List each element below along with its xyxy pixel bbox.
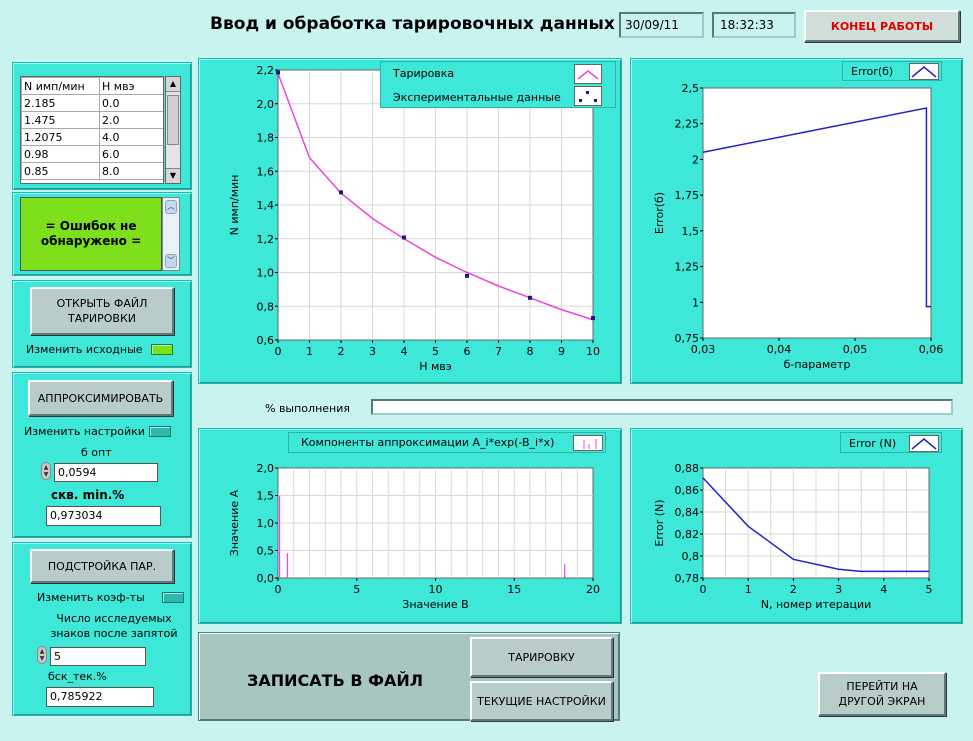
- change-coef-label: Изменить коэф-ты: [37, 591, 145, 604]
- open-file-button[interactable]: ОТКРЫТЬ ФАЙЛ ТАРИРОВКИ: [30, 287, 174, 335]
- table-row[interactable]: 0.98 6.0: [21, 145, 163, 163]
- table-cell[interactable]: 0.98: [21, 145, 100, 163]
- time-display: 18:32:33: [712, 12, 796, 38]
- scroll-up-icon[interactable]: ︿: [165, 200, 177, 214]
- page-title: Ввод и обработка тарировочных данных: [210, 14, 615, 34]
- table-cell[interactable]: 1.475: [21, 111, 100, 129]
- legend-points-swatch-icon[interactable]: [574, 86, 602, 106]
- legend-line-swatch-icon[interactable]: [574, 64, 602, 84]
- save-calibration-button[interactable]: ТАРИРОВКУ: [470, 637, 613, 677]
- legend-error-n-swatch-icon[interactable]: [909, 435, 939, 452]
- save-settings-button[interactable]: ТЕКУЩИЕ НАСТРОЙКИ: [470, 681, 613, 721]
- goto-screen-button[interactable]: ПЕРЕЙТИ НА ДРУГОЙ ЭКРАН: [818, 672, 946, 716]
- digits-spinner[interactable]: ▲ ▼: [37, 646, 47, 664]
- scroll-down-icon[interactable]: ﹀: [165, 254, 177, 268]
- components-title: Компоненты аппроксимации A_i*exp(-B_i*x): [301, 436, 555, 449]
- table-scrollbar[interactable]: ▲ ▼: [165, 76, 181, 184]
- legend-error-b-label: Error(б): [851, 65, 894, 78]
- legend-error-n-label: Error (N): [849, 437, 897, 450]
- scroll-thumb[interactable]: [167, 95, 179, 145]
- change-settings-label: Изменить настройки: [24, 425, 145, 438]
- table-row[interactable]: 1.475 2.0: [21, 111, 163, 129]
- tune-params-button[interactable]: ПОДСТРОЙКА ПАР.: [30, 549, 174, 583]
- legend-error-b-swatch-icon[interactable]: [909, 63, 939, 80]
- change-settings-toggle[interactable]: [149, 426, 171, 437]
- col-header-h: H мвэ: [99, 77, 163, 95]
- digits-input[interactable]: 5: [50, 647, 146, 666]
- table-row[interactable]: 0.85 8.0: [21, 162, 163, 180]
- table-cell[interactable]: 6.0: [99, 145, 163, 163]
- approximate-button[interactable]: АППРОКСИМИРОВАТЬ: [28, 380, 173, 416]
- error-b-legend: Error(б): [842, 61, 942, 81]
- col-header-n: N имп/мин: [21, 77, 100, 95]
- digits-label: Число исследуемых знаков после запятой: [50, 612, 178, 640]
- change-coef-toggle[interactable]: [162, 592, 184, 603]
- table-row[interactable]: 2.185 0.0: [21, 94, 163, 112]
- progress-label: % выполнения: [265, 402, 350, 415]
- status-message-box: = Ошибок не обнаружено =: [20, 197, 162, 271]
- components-title-bar: Компоненты аппроксимации A_i*exp(-B_i*x): [288, 432, 606, 453]
- table-cell[interactable]: 0.0: [99, 94, 163, 112]
- exit-button[interactable]: КОНЕЦ РАБОТЫ: [804, 10, 960, 42]
- b-opt-input[interactable]: 0,0594: [54, 463, 158, 482]
- table-cell[interactable]: 1.2075: [21, 128, 100, 146]
- b-opt-spinner[interactable]: ▲ ▼: [41, 462, 51, 480]
- legend-experimental-label: Экспериментальные данные: [393, 91, 561, 104]
- calibration-legend: Тарировка Экспериментальные данные: [380, 61, 616, 108]
- rms-min-value: 0,973034: [46, 506, 161, 526]
- date-display: 30/09/11: [619, 12, 704, 38]
- current-rms-value: 0,785922: [46, 687, 154, 707]
- rms-min-label: скв. min.%: [51, 488, 125, 502]
- change-source-toggle[interactable]: [151, 344, 173, 355]
- error-n-chart-panel: [630, 428, 963, 624]
- status-scrollbar[interactable]: ︿ ﹀: [162, 197, 180, 271]
- scroll-up-icon[interactable]: ▲: [166, 77, 180, 92]
- progress-bar: [371, 399, 953, 415]
- scroll-down-icon[interactable]: ▼: [166, 168, 180, 183]
- table-cell[interactable]: 4.0: [99, 128, 163, 146]
- components-swatch-icon[interactable]: [573, 435, 603, 451]
- table-cell[interactable]: 8.0: [99, 162, 163, 180]
- error-b-chart-panel: [630, 58, 963, 384]
- table-cell[interactable]: 0.85: [21, 162, 100, 180]
- error-n-legend: Error (N): [840, 432, 942, 453]
- data-table[interactable]: N имп/мин H мвэ 2.185 0.0 1.475 2.0 1.2075 4…: [20, 76, 164, 184]
- table-cell[interactable]: 2.0: [99, 111, 163, 129]
- current-rms-label: бск_тек.%: [48, 670, 107, 683]
- save-to-file-label: ЗАПИСАТЬ В ФАЙЛ: [247, 671, 424, 690]
- table-row[interactable]: 1.2075 4.0: [21, 128, 163, 146]
- legend-calibration-label: Тарировка: [393, 67, 455, 80]
- components-chart-panel: [198, 428, 622, 624]
- change-source-label: Изменить исходные: [26, 343, 143, 356]
- status-message: = Ошибок не обнаружено =: [40, 219, 142, 248]
- b-opt-label: б опт: [81, 446, 112, 459]
- table-cell[interactable]: 2.185: [21, 94, 100, 112]
